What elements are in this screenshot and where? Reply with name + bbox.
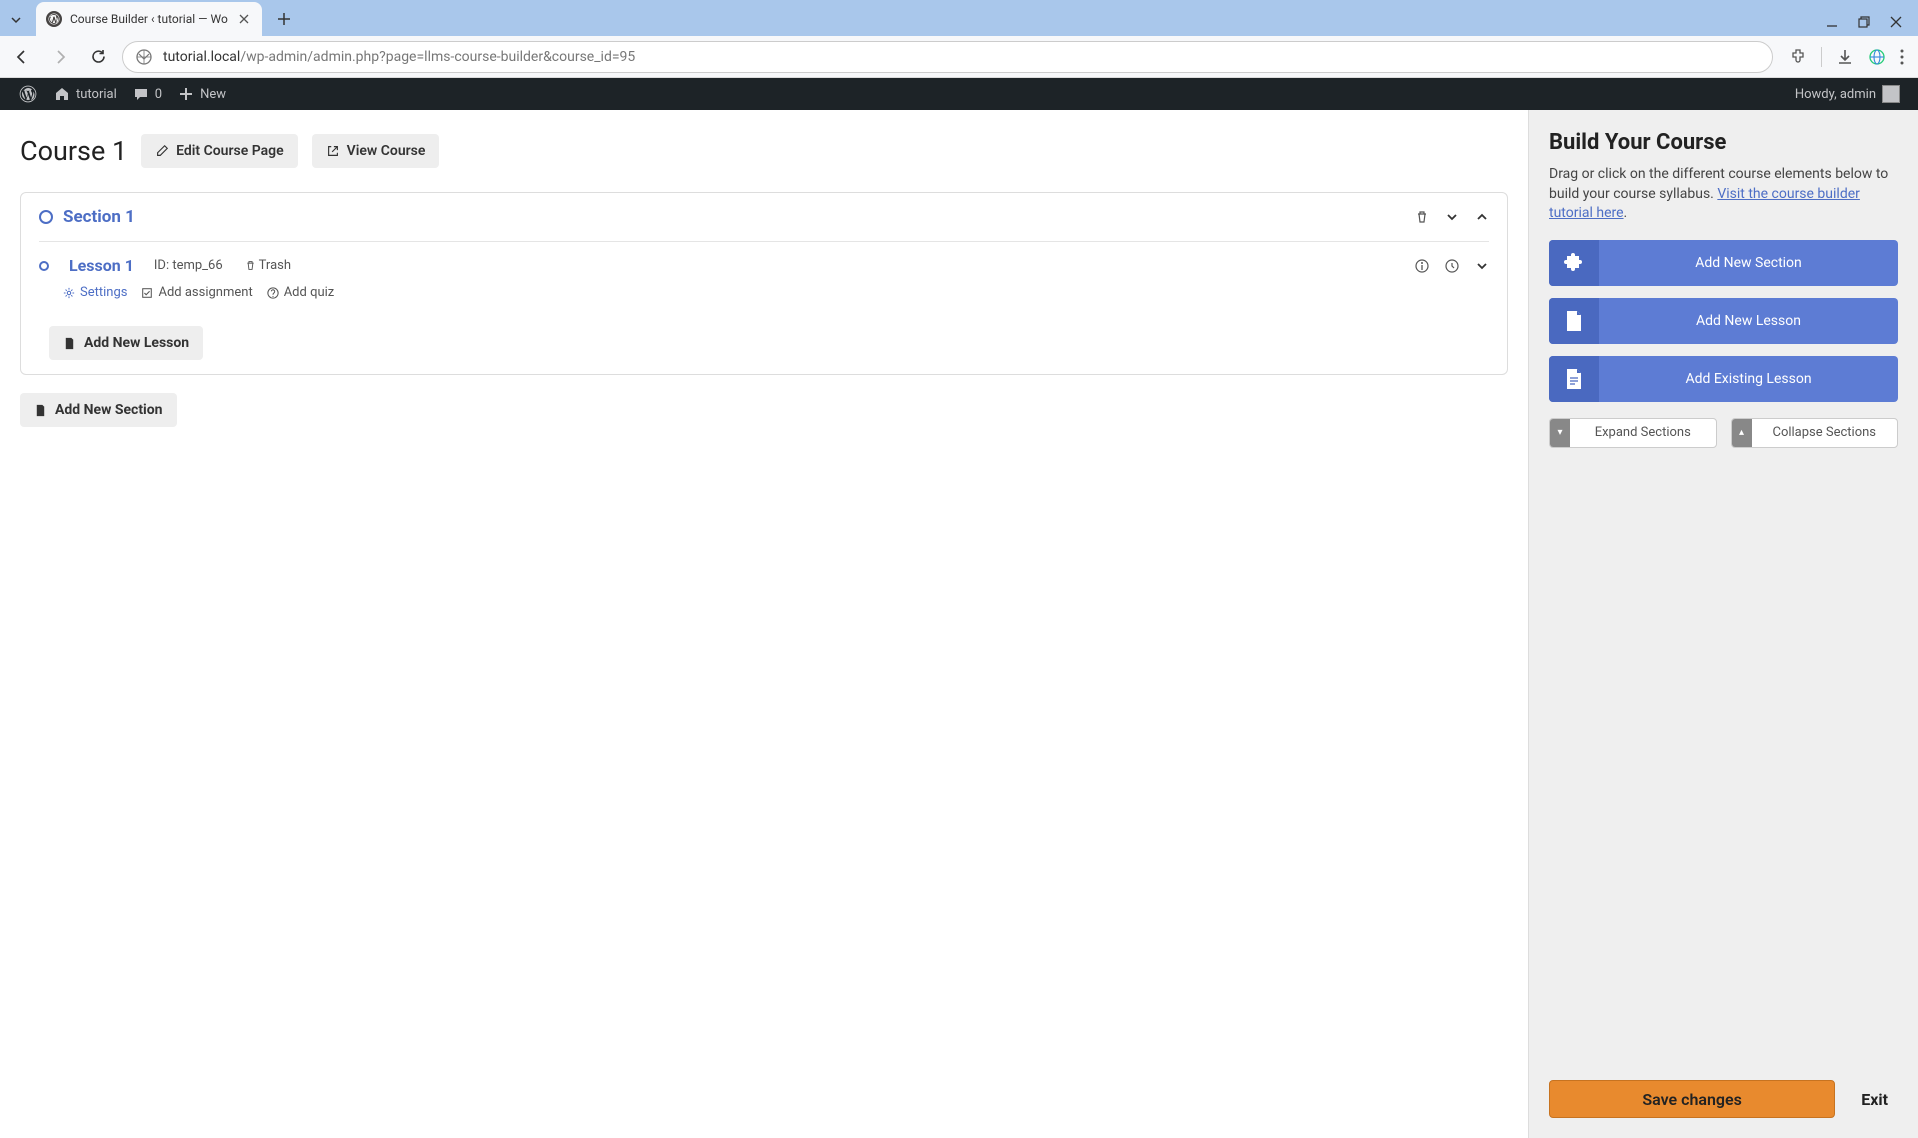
trash-icon <box>245 260 256 271</box>
downloads-icon[interactable] <box>1836 48 1854 66</box>
chevron-down-icon[interactable] <box>1475 259 1489 273</box>
maximize-button[interactable] <box>1858 16 1870 28</box>
chevron-down-icon[interactable] <box>1445 210 1459 224</box>
browser-tab-strip: Course Builder ‹ tutorial — Wo <box>0 0 1918 36</box>
wordpress-favicon <box>46 11 62 27</box>
browser-globe-icon[interactable] <box>1868 48 1886 66</box>
add-new-lesson-sidebar-button[interactable]: Add New Lesson <box>1549 298 1898 344</box>
drag-handle-icon[interactable] <box>39 261 49 271</box>
tab-search-dropdown[interactable] <box>0 4 32 36</box>
site-info-icon[interactable] <box>135 48 153 66</box>
lesson-title[interactable]: Lesson 1 <box>69 256 134 275</box>
clock-icon[interactable] <box>1445 259 1459 273</box>
new-label: New <box>200 87 226 102</box>
plus-icon <box>178 86 194 102</box>
add-quiz-link[interactable]: Add quiz <box>267 285 335 300</box>
question-icon <box>267 287 279 299</box>
drag-handle-icon[interactable] <box>39 210 53 224</box>
reload-button[interactable] <box>84 43 112 71</box>
section-card: Section 1 Lesson 1 ID: temp_66 Trash <box>20 192 1508 375</box>
content-header: Course 1 Edit Course Page View Course <box>20 134 1508 168</box>
extensions-icon[interactable] <box>1789 48 1807 66</box>
site-name-link[interactable]: tutorial <box>46 78 125 110</box>
trash-icon[interactable] <box>1415 210 1429 224</box>
course-title: Course 1 <box>20 135 127 167</box>
url-text: tutorial.local/wp-admin/admin.php?page=l… <box>163 49 635 65</box>
comments-count: 0 <box>155 87 162 102</box>
pencil-icon <box>155 144 169 158</box>
browser-toolbar: tutorial.local/wp-admin/admin.php?page=l… <box>0 36 1918 78</box>
add-assignment-link[interactable]: Add assignment <box>141 285 252 300</box>
user-menu[interactable]: Howdy, admin <box>1787 85 1908 103</box>
comments-link[interactable]: 0 <box>125 78 170 110</box>
external-link-icon <box>326 144 340 158</box>
home-icon <box>54 86 70 102</box>
view-btn-label: View Course <box>347 143 426 159</box>
wp-admin-bar: tutorial 0 New Howdy, admin <box>0 78 1918 110</box>
howdy-text: Howdy, admin <box>1795 87 1876 102</box>
new-tab-button[interactable] <box>270 5 298 33</box>
window-controls <box>1826 16 1918 28</box>
chevron-up-icon[interactable] <box>1475 210 1489 224</box>
file-icon <box>34 404 47 417</box>
add-new-lesson-button[interactable]: Add New Lesson <box>49 326 203 360</box>
url-bar[interactable]: tutorial.local/wp-admin/admin.php?page=l… <box>122 41 1773 73</box>
close-icon[interactable] <box>236 11 252 27</box>
section-title[interactable]: Section 1 <box>63 207 135 227</box>
chevron-down-icon: ▾ <box>1550 419 1570 447</box>
tab-title: Course Builder ‹ tutorial — Wo <box>70 12 228 26</box>
view-course-button[interactable]: View Course <box>312 134 440 168</box>
browser-menu-icon[interactable] <box>1900 49 1904 65</box>
sidebar-title: Build Your Course <box>1549 130 1898 155</box>
file-icon <box>1549 298 1599 344</box>
puzzle-icon <box>1549 240 1599 286</box>
minimize-button[interactable] <box>1826 16 1838 28</box>
gear-icon <box>63 287 75 299</box>
back-button[interactable] <box>8 43 36 71</box>
save-changes-button[interactable]: Save changes <box>1549 1080 1835 1118</box>
edit-course-page-button[interactable]: Edit Course Page <box>141 134 298 168</box>
edit-btn-label: Edit Course Page <box>176 143 284 159</box>
checkbox-icon <box>141 287 153 299</box>
lesson-header[interactable]: Lesson 1 ID: temp_66 Trash <box>39 256 1489 275</box>
lesson-id: ID: temp_66 <box>154 258 223 273</box>
lesson-settings-link[interactable]: Settings <box>63 285 127 300</box>
add-new-section-button[interactable]: Add New Section <box>20 393 177 427</box>
content-area: Course 1 Edit Course Page View Course Se… <box>0 110 1528 1138</box>
browser-tab-active[interactable]: Course Builder ‹ tutorial — Wo <box>36 2 262 36</box>
collapse-sections-button[interactable]: ▴ Collapse Sections <box>1731 418 1899 448</box>
info-icon[interactable] <box>1415 259 1429 273</box>
new-content-link[interactable]: New <box>170 78 234 110</box>
divider <box>1821 47 1822 67</box>
exit-button[interactable]: Exit <box>1851 1090 1898 1109</box>
avatar <box>1882 85 1900 103</box>
site-name-text: tutorial <box>76 87 117 102</box>
chevron-up-icon: ▴ <box>1732 419 1752 447</box>
expand-sections-button[interactable]: ▾ Expand Sections <box>1549 418 1717 448</box>
section-header[interactable]: Section 1 <box>39 207 1489 242</box>
add-new-section-sidebar-button[interactable]: Add New Section <box>1549 240 1898 286</box>
add-existing-lesson-sidebar-button[interactable]: Add Existing Lesson <box>1549 356 1898 402</box>
lesson-row: Lesson 1 ID: temp_66 Trash S <box>39 242 1489 306</box>
sidebar: Build Your Course Drag or click on the d… <box>1528 110 1918 1138</box>
sidebar-description: Drag or click on the different course el… <box>1549 165 1898 224</box>
forward-button[interactable] <box>46 43 74 71</box>
file-icon <box>63 337 76 350</box>
comment-icon <box>133 86 149 102</box>
wp-logo[interactable] <box>10 78 46 110</box>
file-text-icon <box>1549 356 1599 402</box>
close-window-button[interactable] <box>1890 16 1902 28</box>
lesson-trash-link[interactable]: Trash <box>245 258 291 273</box>
